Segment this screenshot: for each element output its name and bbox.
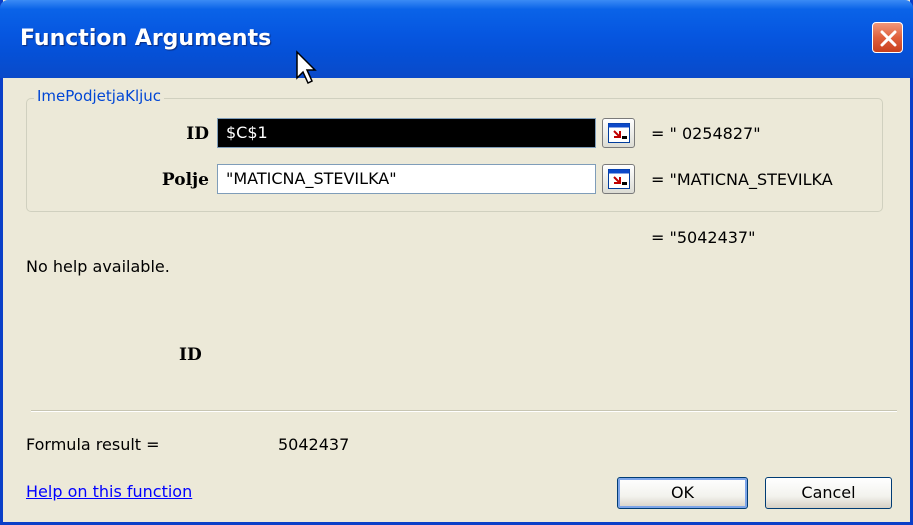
- formula-result-value: 5042437: [278, 435, 350, 454]
- divider: [31, 410, 897, 412]
- collapse-dialog-button-id[interactable]: [602, 118, 635, 148]
- title-bar[interactable]: Function Arguments: [0, 0, 913, 78]
- arguments-group: [26, 98, 883, 212]
- mouse-pointer-icon: [296, 50, 317, 85]
- ok-button[interactable]: OK: [617, 477, 748, 509]
- collapse-dialog-icon: [608, 123, 630, 143]
- arg-label-id: ID: [186, 124, 209, 144]
- arg-input-polje[interactable]: "MATICNA_STEVILKA": [217, 164, 596, 194]
- function-result: = "5042437": [651, 228, 756, 247]
- arg-input-id[interactable]: $C$1: [217, 118, 596, 148]
- arg-label-polje: Polje: [161, 170, 209, 190]
- help-description: No help available.: [26, 257, 170, 276]
- help-on-function-link[interactable]: Help on this function: [26, 482, 192, 501]
- dialog-title: Function Arguments: [20, 26, 272, 51]
- arg-result-id: = " 0254827": [651, 124, 761, 143]
- close-button[interactable]: [872, 22, 903, 53]
- collapse-dialog-icon: [608, 169, 630, 189]
- collapse-dialog-button-polje[interactable]: [602, 164, 635, 194]
- arg-help-label: ID: [179, 345, 202, 365]
- arg-result-polje: = "MATICNA_STEVILKA: [651, 170, 833, 189]
- function-arguments-dialog: Function Arguments ImePodjetjaKljuc ID $…: [0, 0, 913, 525]
- close-icon: [880, 30, 897, 47]
- group-label: ImePodjetjaKljuc: [34, 87, 165, 105]
- cancel-button[interactable]: Cancel: [765, 477, 892, 509]
- formula-result-label: Formula result =: [26, 435, 160, 454]
